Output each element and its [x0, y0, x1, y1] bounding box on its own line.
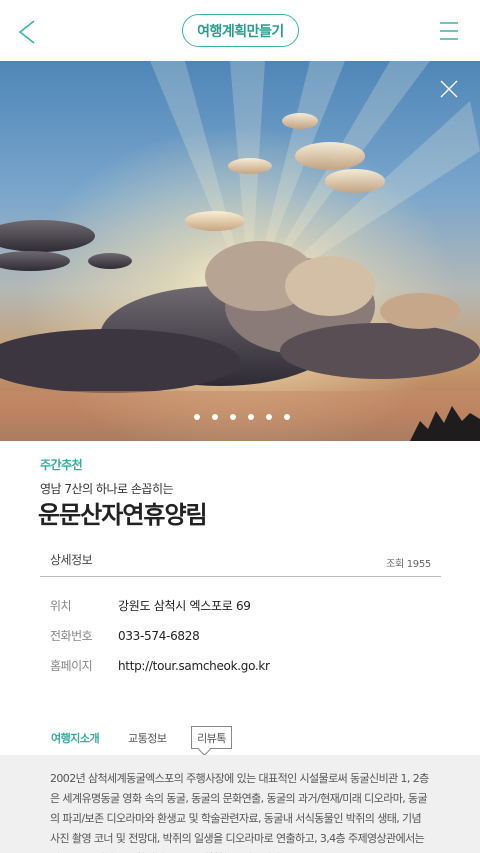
info-row-homepage: 홈페이지 http://tour.samcheok.go.kr [50, 657, 270, 674]
info-key: 홈페이지 [50, 659, 93, 673]
tab-traffic-info[interactable]: 교통정보 [128, 730, 167, 746]
make-travel-plan-button[interactable]: 여행계획만들기 [182, 14, 299, 47]
place-detail: 주간추천 영남 7산의 하나로 손꼽히는 운문산자연휴양림 상세정보 조회 19… [0, 441, 480, 853]
place-title: 운문산자연휴양림 [38, 501, 208, 529]
location-value: 강원도 삼척시 엑스포로 69 [118, 599, 251, 613]
back-button[interactable] [14, 16, 42, 46]
menu-button[interactable] [438, 20, 460, 42]
close-button[interactable] [438, 78, 460, 100]
slider-dot[interactable] [194, 414, 200, 420]
info-key: 위치 [50, 599, 72, 613]
back-arrow-icon [18, 20, 35, 44]
slider-pagination [0, 414, 480, 420]
close-icon [440, 80, 458, 98]
info-tabs: 여행지소개 교통정보 리뷰톡 [40, 726, 441, 756]
hamburger-menu-icon [440, 22, 458, 40]
view-count: 조회 1955 [386, 559, 431, 570]
slider-dot[interactable] [284, 414, 290, 420]
category-label: 주간추천 [40, 458, 83, 472]
hero-sky-image [0, 61, 480, 441]
slider-dot[interactable] [266, 414, 272, 420]
info-key: 전화번호 [50, 629, 93, 643]
slider-dot[interactable] [248, 414, 254, 420]
tab-review-talk[interactable]: 리뷰톡 [191, 726, 232, 749]
place-description: 2002년 삼척세계동굴엑스포의 주행사장에 있는 대표적인 시설물로써 동굴신… [50, 772, 429, 853]
homepage-link[interactable]: http://tour.samcheok.go.kr [118, 659, 270, 673]
phone-value[interactable]: 033-574-6828 [118, 629, 200, 643]
slider-dot[interactable] [230, 414, 236, 420]
info-row-phone: 전화번호 033-574-6828 [50, 627, 200, 644]
top-header: 여행계획만들기 [0, 0, 480, 61]
slider-dot[interactable] [212, 414, 218, 420]
detail-header: 상세정보 조회 1955 [40, 539, 441, 577]
tab-travel-intro[interactable]: 여행지소개 [51, 730, 100, 746]
hero-image-slider[interactable] [0, 61, 480, 441]
info-row-location: 위치 강원도 삼척시 엑스포로 69 [50, 597, 251, 614]
detail-label: 상세정보 [50, 553, 93, 567]
description-panel: 2002년 삼척세계동굴엑스포의 주행사장에 있는 대표적인 시설물로써 동굴신… [0, 755, 480, 853]
